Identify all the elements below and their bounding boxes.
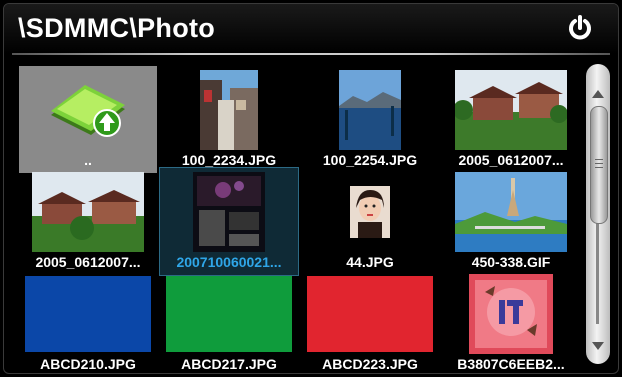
file-label: B3807C6EEB2...: [457, 356, 565, 372]
file-label: 200710060021...: [176, 254, 282, 270]
grip-line: [595, 167, 603, 168]
path-title: \SDMMC\Photo: [18, 13, 216, 43]
scroll-up-button[interactable]: [586, 82, 610, 106]
file-grid: .. 100_2234.JPG 100_2254.JPG 2005_061200…: [4, 60, 584, 373]
grid-item-200710060021-selected[interactable]: 200710060021...: [159, 167, 299, 276]
file-label: 44.JPG: [346, 254, 394, 270]
vertical-scrollbar[interactable]: [586, 64, 610, 364]
grid-item-100-2254[interactable]: 100_2254.JPG: [301, 66, 439, 173]
thumbnail: [19, 170, 157, 253]
grid-item-44[interactable]: 44.JPG: [301, 168, 439, 275]
photo-greeting-card-image: [469, 273, 553, 354]
photo-tower-image: [455, 171, 567, 252]
file-label: 2005_0612007...: [458, 152, 564, 168]
arrow-down-icon: [592, 337, 604, 355]
grip-line: [595, 163, 603, 164]
scroll-thumb[interactable]: [590, 106, 608, 224]
thumbnail: [442, 170, 580, 253]
photo-lake-image: [339, 69, 401, 150]
photo-portrait-image: [350, 185, 390, 238]
grip-line: [595, 159, 603, 160]
file-label: ABCD217.JPG: [181, 356, 277, 372]
grid-item-abcd210[interactable]: ABCD210.JPG: [19, 270, 157, 373]
thumbnail: [442, 68, 580, 151]
file-label: ABCD223.JPG: [322, 356, 418, 372]
file-label: 450-338.GIF: [471, 254, 551, 270]
thumbnail: [160, 68, 298, 151]
grid-item-2005-0612007-a[interactable]: 2005_0612007...: [442, 66, 580, 173]
grid-item-100-2234[interactable]: 100_2234.JPG: [160, 66, 298, 173]
file-label: ABCD210.JPG: [40, 356, 136, 372]
photo-house-image: [32, 171, 144, 252]
file-label: 100_2254.JPG: [322, 152, 418, 168]
thumbnail: [301, 272, 439, 355]
arrow-up-icon: [592, 85, 604, 103]
thumbnail: [301, 170, 439, 253]
thumbnail: [160, 272, 298, 355]
power-icon: [566, 14, 594, 47]
photo-dark-collage-image: [193, 171, 265, 252]
folder-up-icon: [43, 75, 133, 145]
grid-item-abcd223[interactable]: ABCD223.JPG: [301, 270, 439, 373]
header-bar: \SDMMC\Photo: [4, 4, 618, 55]
red-swatch: [307, 275, 433, 352]
grid-item-abcd217[interactable]: ABCD217.JPG: [160, 270, 298, 373]
photo-house-image: [455, 69, 567, 150]
thumbnail: [19, 68, 157, 151]
grid-item-450-338[interactable]: 450-338.GIF: [442, 168, 580, 275]
file-label: ..: [84, 152, 92, 168]
thumbnail: [160, 170, 298, 253]
file-label: 2005_0612007...: [35, 254, 141, 270]
grid-item-2005-0612007-b[interactable]: 2005_0612007...: [19, 168, 157, 275]
file-browser-window: \SDMMC\Photo .. 100_2234.JPG 100_2254.JP…: [3, 3, 619, 374]
grid-item-b3807c6eeb2[interactable]: B3807C6EEB2...: [442, 270, 580, 373]
scroll-down-button[interactable]: [586, 334, 610, 358]
thumbnail: [301, 68, 439, 151]
blue-swatch: [25, 275, 151, 352]
green-swatch: [166, 275, 292, 352]
photo-street-image: [200, 69, 258, 150]
thumbnail: [19, 272, 157, 355]
power-button[interactable]: [562, 12, 598, 48]
header-divider: [12, 53, 610, 55]
grid-item-parent-folder[interactable]: ..: [19, 66, 157, 173]
thumbnail: [442, 272, 580, 355]
file-label: 100_2234.JPG: [181, 152, 277, 168]
